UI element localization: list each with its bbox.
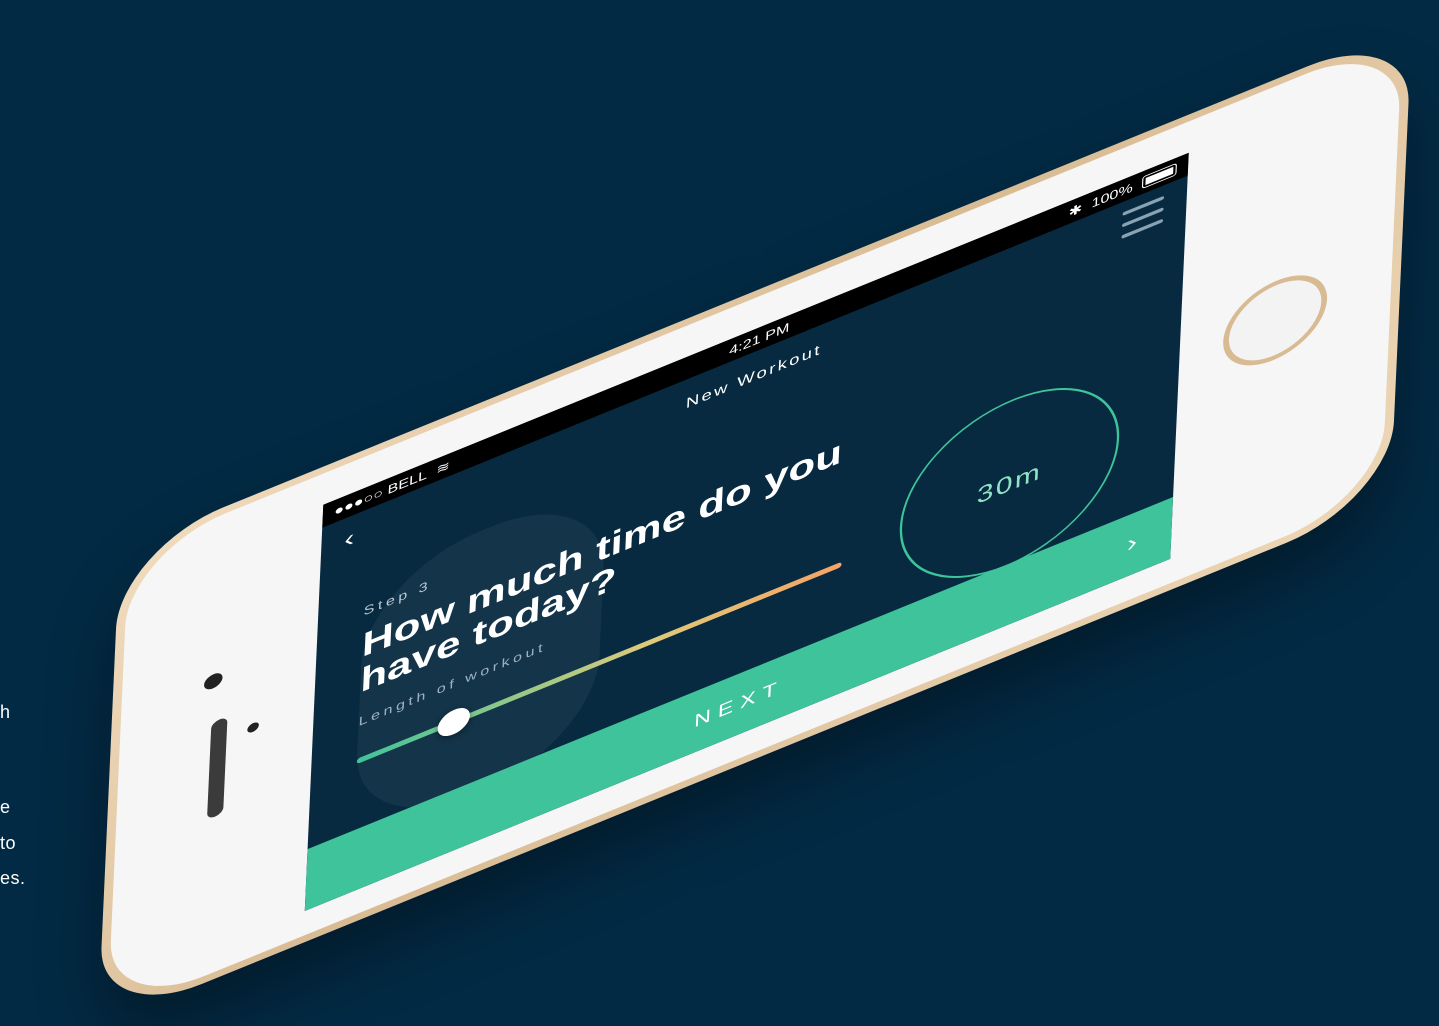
phone-mockup: ●●●○○ BELL ≋ 4:21 PM ✱ 100% ‹ New Workou… (0, 0, 1439, 1026)
menu-icon[interactable] (1121, 195, 1165, 240)
proximity-sensor (247, 720, 260, 735)
home-button[interactable] (1221, 259, 1329, 382)
earpiece-speaker (206, 716, 228, 820)
wifi-icon: ≋ (436, 457, 451, 477)
duration-value: 30m (976, 456, 1043, 510)
bluetooth-icon: ✱ (1068, 199, 1083, 220)
phone-screen: ●●●○○ BELL ≋ 4:21 PM ✱ 100% ‹ New Workou… (304, 152, 1189, 911)
back-icon[interactable]: ‹ (344, 522, 358, 554)
front-camera (203, 670, 223, 693)
phone-bezel: ●●●○○ BELL ≋ 4:21 PM ✱ 100% ‹ New Workou… (107, 34, 1403, 1016)
phone-body: ●●●○○ BELL ≋ 4:21 PM ✱ 100% ‹ New Workou… (97, 23, 1413, 1026)
chevron-right-icon: › (1126, 524, 1145, 558)
